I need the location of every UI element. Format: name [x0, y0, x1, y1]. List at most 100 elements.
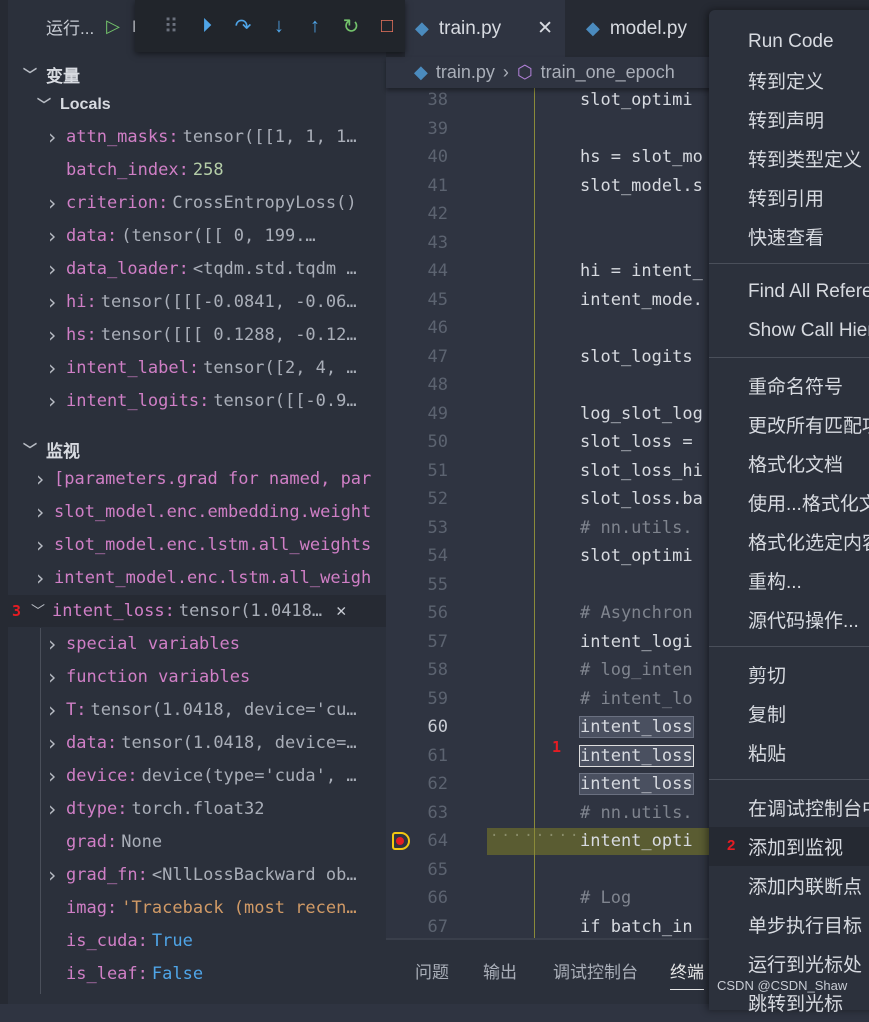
- menu-item[interactable]: 复制: [709, 694, 869, 733]
- step-out-icon[interactable]: ↑: [297, 15, 333, 38]
- variable-row[interactable]: is_cuda: True: [8, 925, 386, 957]
- menu-item[interactable]: Show Call Hierarchy: [709, 311, 869, 350]
- chevron-right-icon[interactable]: ›: [44, 632, 60, 656]
- menu-item[interactable]: Run Code: [709, 22, 869, 61]
- chevron-right-icon[interactable]: ›: [44, 356, 60, 380]
- chevron-right-icon[interactable]: ›: [32, 500, 48, 524]
- panel-tab[interactable]: 问题: [415, 958, 449, 983]
- code-editor[interactable]: ········· 1 38 slot_optimi 39 40 hs = slot_m…: [386, 88, 709, 938]
- menu-item[interactable]: 单步执行目标: [709, 905, 869, 944]
- continue-icon[interactable]: ⏵: [189, 15, 225, 38]
- code-line[interactable]: # nn.utils.: [580, 803, 693, 823]
- code-line[interactable]: log_slot_log: [580, 404, 703, 424]
- code-line[interactable]: # Asynchron: [580, 603, 693, 623]
- code-line[interactable]: # nn.utils.: [580, 518, 693, 538]
- chevron-right-icon[interactable]: ›: [44, 224, 60, 248]
- menu-item[interactable]: 格式化文档: [709, 444, 869, 483]
- step-over-icon[interactable]: ↷: [225, 14, 261, 39]
- variable-row[interactable]: › data: tensor(1.0418, device=…: [8, 727, 386, 759]
- menu-item[interactable]: 粘贴: [709, 733, 869, 772]
- code-line[interactable]: # log_inten: [580, 660, 693, 680]
- variable-row[interactable]: › intent_logits: tensor([[-0.9…: [8, 385, 386, 417]
- chevron-right-icon[interactable]: ›: [44, 665, 60, 689]
- code-line[interactable]: # intent_lo: [580, 689, 693, 709]
- variable-row[interactable]: › T: tensor(1.0418, device='cu…: [8, 694, 386, 726]
- chevron-right-icon[interactable]: ›: [32, 533, 48, 557]
- variables-header[interactable]: ﹀ 变量: [22, 62, 80, 87]
- chevron-right-icon[interactable]: ›: [44, 257, 60, 281]
- code-line[interactable]: # Log: [580, 888, 631, 908]
- variable-row[interactable]: › special variables: [8, 628, 386, 660]
- variable-row[interactable]: batch_index:258: [8, 154, 386, 186]
- menu-item[interactable]: 转到定义: [709, 61, 869, 100]
- menu-item[interactable]: 快速查看: [709, 217, 869, 256]
- watch-item[interactable]: › slot_model.enc.lstm.all_weights: [8, 529, 386, 561]
- menu-item[interactable]: 源代码操作...: [709, 600, 869, 639]
- menu-item[interactable]: 重构...: [709, 561, 869, 600]
- watch-item[interactable]: › slot_model.enc.embedding.weight: [8, 496, 386, 528]
- variable-row[interactable]: › criterion: CrossEntropyLoss(): [8, 187, 386, 219]
- close-icon[interactable]: ✕: [336, 601, 346, 621]
- code-line[interactable]: slot_loss =: [580, 432, 693, 452]
- menu-item[interactable]: 转到类型定义: [709, 139, 869, 178]
- locals-header[interactable]: ﹀ Locals: [36, 95, 111, 115]
- chevron-right-icon[interactable]: ›: [44, 863, 60, 887]
- chevron-right-icon[interactable]: ›: [44, 764, 60, 788]
- variable-row[interactable]: › intent_label: tensor([2, 4, …: [8, 352, 386, 384]
- chevron-right-icon[interactable]: ›: [32, 467, 48, 491]
- code-line[interactable]: intent_logi: [580, 632, 693, 652]
- variable-row[interactable]: › data_loader: <tqdm.std.tqdm …: [8, 253, 386, 285]
- menu-item[interactable]: 使用...格式化文档: [709, 483, 869, 522]
- code-line[interactable]: intent_loss: [579, 744, 694, 767]
- breadcrumb-file[interactable]: train.py: [436, 62, 495, 83]
- menu-item[interactable]: 格式化选定内容: [709, 522, 869, 561]
- watch-item[interactable]: › [parameters.grad for named, par: [8, 463, 386, 495]
- code-line[interactable]: if batch_in: [580, 917, 693, 937]
- code-line[interactable]: slot_model.s: [580, 176, 703, 196]
- chevron-right-icon[interactable]: ›: [44, 191, 60, 215]
- breadcrumb-symbol[interactable]: train_one_epoch: [541, 62, 675, 83]
- chevron-right-icon[interactable]: ›: [44, 698, 60, 722]
- menu-item[interactable]: Find All References: [709, 272, 869, 311]
- restart-icon[interactable]: ↻: [333, 14, 369, 39]
- run-config[interactable]: 运行... ▷ P: [46, 14, 143, 39]
- menu-item[interactable]: 转到引用: [709, 178, 869, 217]
- variable-row[interactable]: is_leaf: False: [8, 958, 386, 990]
- code-line[interactable]: slot_optimi: [580, 90, 693, 110]
- menu-item[interactable]: 更改所有匹配项: [709, 405, 869, 444]
- variable-row[interactable]: › hi: tensor([[[-0.0841, -0.06…: [8, 286, 386, 318]
- code-line[interactable]: intent_loss: [579, 773, 694, 795]
- chevron-right-icon[interactable]: ›: [44, 290, 60, 314]
- panel-tab[interactable]: 输出: [483, 958, 517, 983]
- variable-row[interactable]: › data: (tensor([[ 0, 199.…: [8, 220, 386, 252]
- variable-row[interactable]: › hs: tensor([[[ 0.1288, -0.12…: [8, 319, 386, 351]
- code-line[interactable]: slot_logits: [580, 347, 693, 367]
- chevron-down-icon[interactable]: ﹀: [30, 601, 46, 621]
- code-line[interactable]: slot_optimi: [580, 546, 693, 566]
- drag-handle-icon[interactable]: ⠿: [153, 14, 189, 39]
- chevron-right-icon[interactable]: ›: [44, 797, 60, 821]
- chevron-right-icon[interactable]: ›: [32, 566, 48, 590]
- menu-item[interactable]: 重命名符号: [709, 366, 869, 405]
- code-line[interactable]: slot_loss_hi: [580, 461, 703, 481]
- chevron-right-icon[interactable]: ›: [44, 323, 60, 347]
- step-into-icon[interactable]: ↓: [261, 15, 297, 38]
- menu-item[interactable]: 转到声明: [709, 100, 869, 139]
- variable-row[interactable]: imag: 'Traceback (most recen…: [8, 892, 386, 924]
- watch-item-selected[interactable]: 3 ﹀ intent_loss: tensor(1.0418… ✕: [8, 595, 386, 627]
- code-line[interactable]: hi = intent_: [580, 261, 703, 281]
- chevron-right-icon[interactable]: ›: [44, 125, 60, 149]
- variable-row[interactable]: › device: device(type='cuda', …: [8, 760, 386, 792]
- menu-item[interactable]: 添加内联断点: [709, 866, 869, 905]
- stop-icon[interactable]: □: [369, 15, 405, 38]
- play-icon[interactable]: ▷: [106, 16, 120, 37]
- tab-model-py[interactable]: ◆ model.py: [586, 0, 687, 57]
- chevron-right-icon[interactable]: ›: [44, 731, 60, 755]
- watch-header[interactable]: ﹀ 监视: [22, 437, 80, 462]
- code-line[interactable]: intent_opti: [580, 831, 693, 851]
- variable-row[interactable]: grad: None: [8, 826, 386, 858]
- variable-row[interactable]: › dtype: torch.float32: [8, 793, 386, 825]
- variable-row[interactable]: › function variables: [8, 661, 386, 693]
- chevron-right-icon[interactable]: ›: [44, 389, 60, 413]
- menu-item[interactable]: 在调试控制台中计算: [709, 788, 869, 827]
